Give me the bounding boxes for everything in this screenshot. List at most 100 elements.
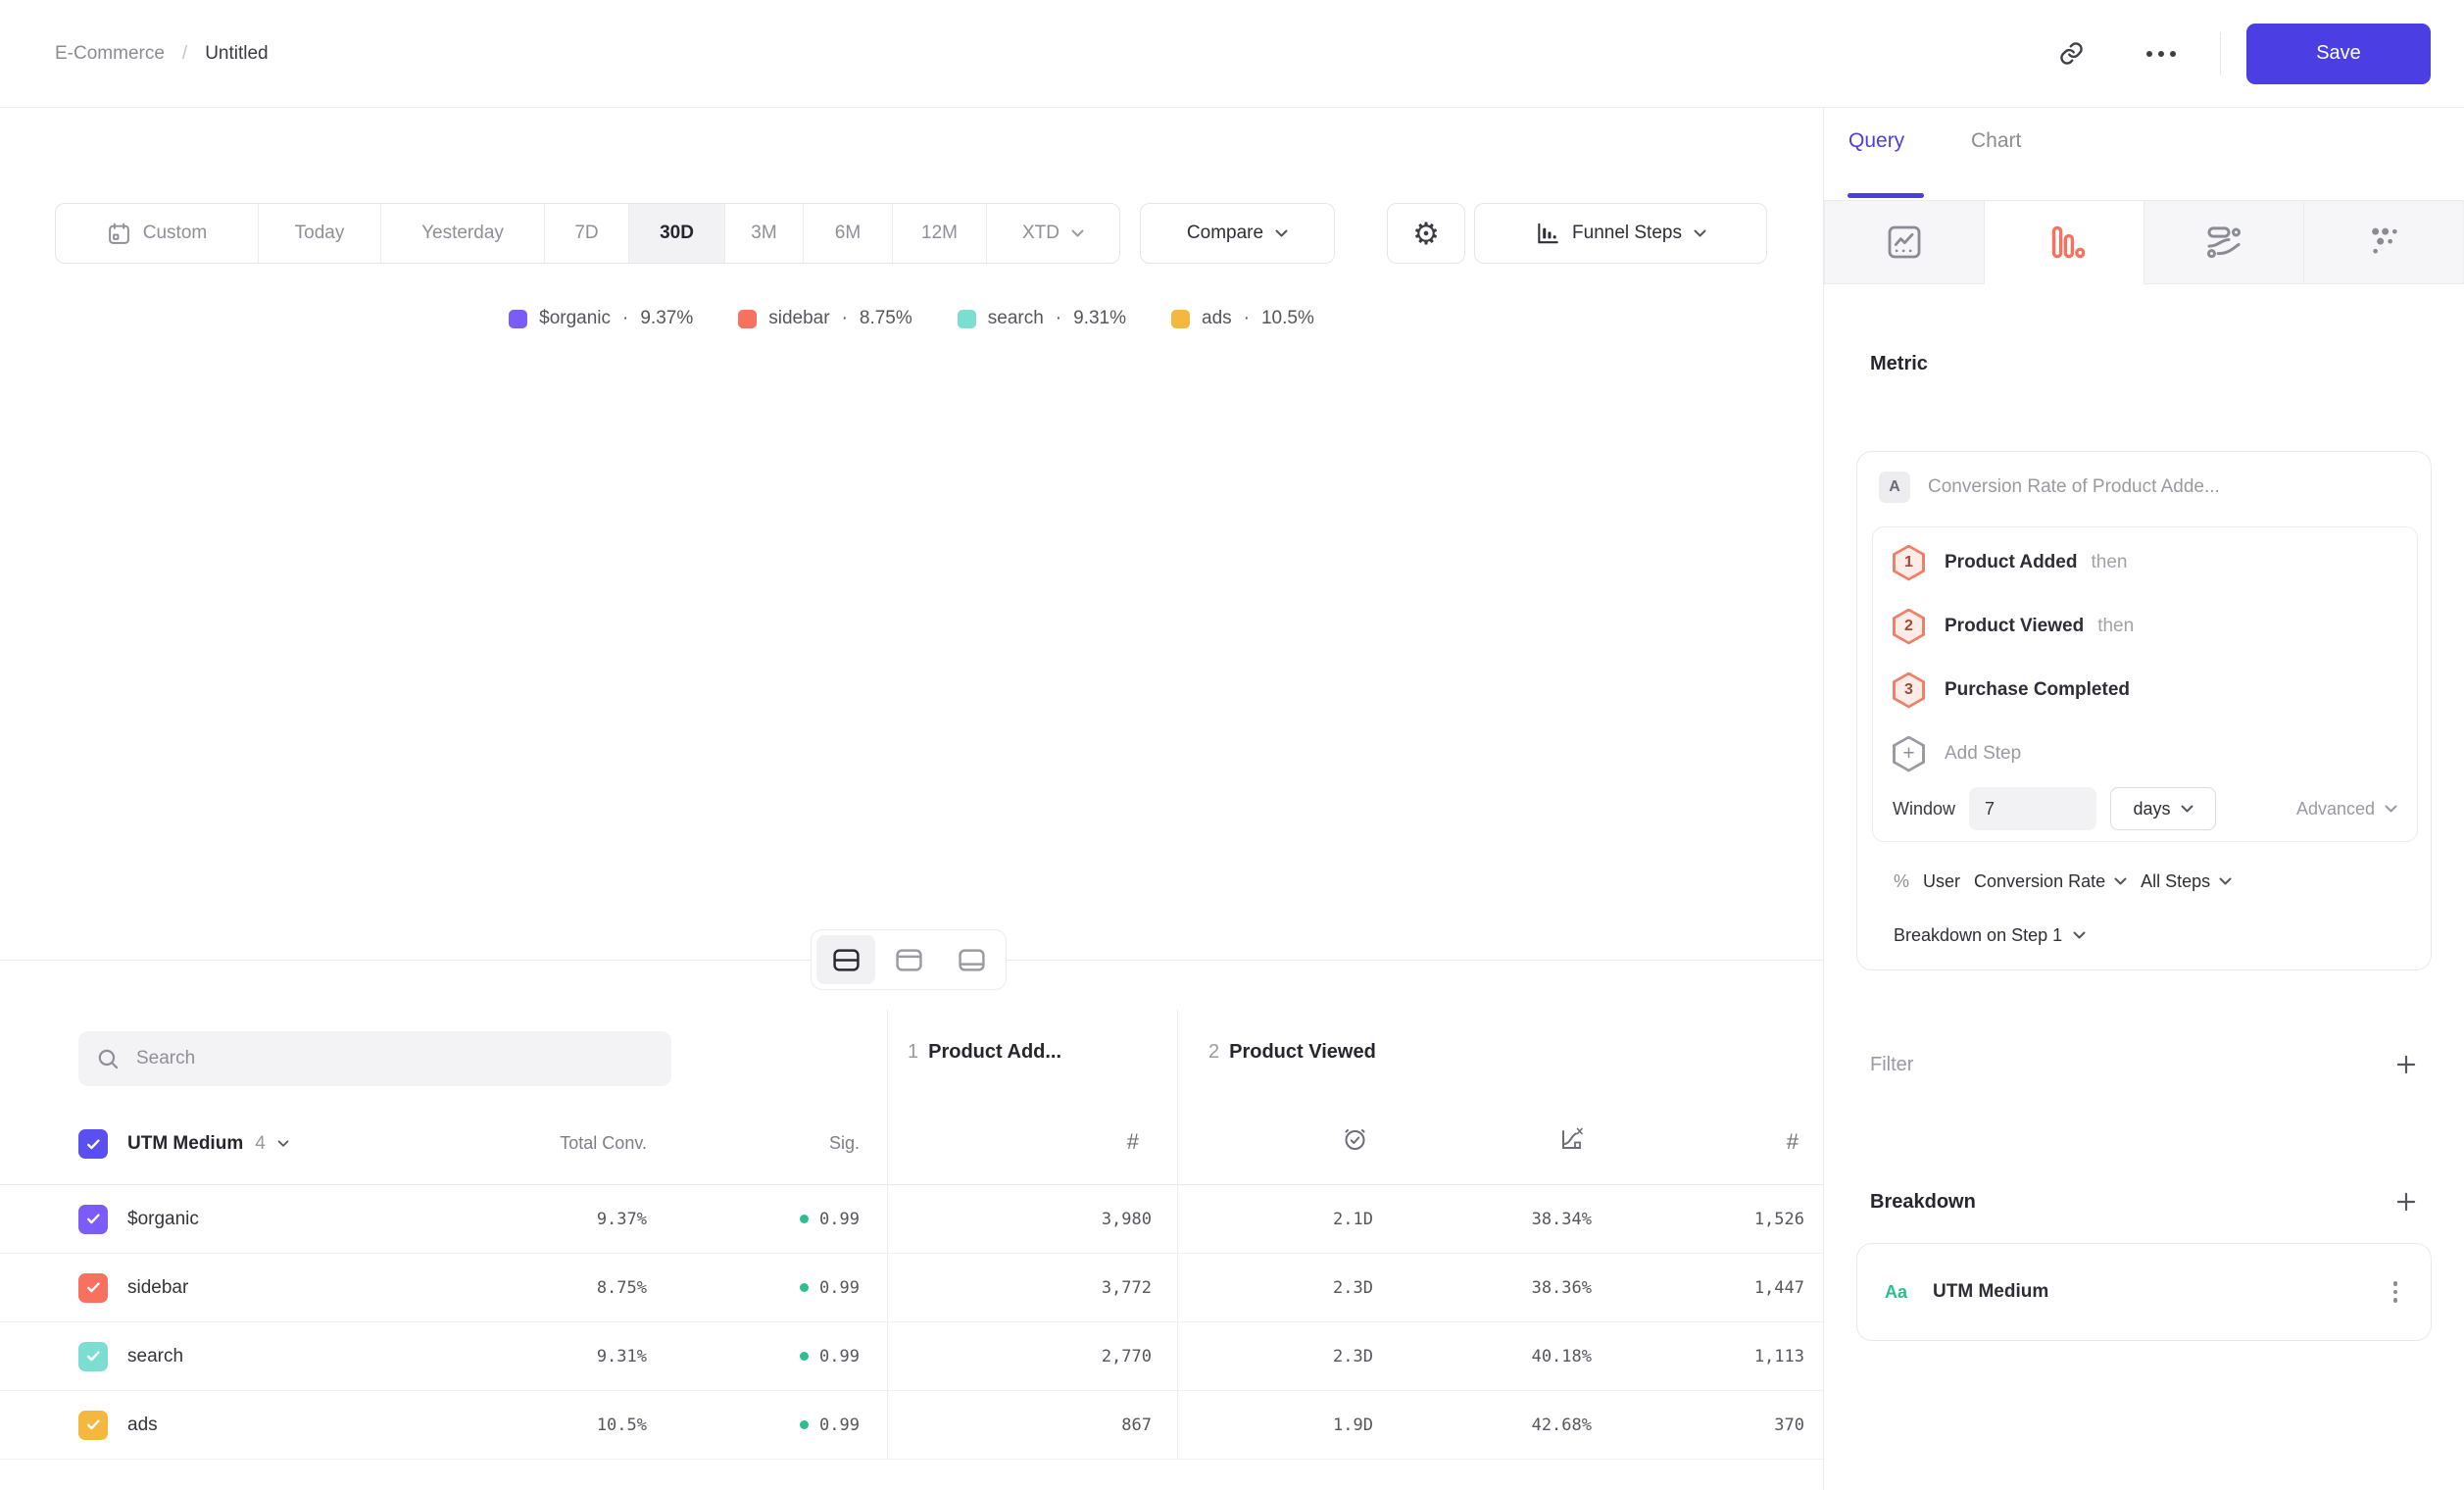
more-options-button[interactable] [2136, 28, 2187, 79]
dots-grid-icon [2364, 223, 2403, 262]
flow-icon [2204, 223, 2243, 262]
share-link-button[interactable] [2045, 28, 2096, 79]
filter-heading: Filter [1870, 1054, 1913, 1076]
query-panel: Query Chart [1823, 108, 2464, 1490]
date-range-toolbar: Custom Today Yesterday 7D 30D 3M 6M 12M … [0, 203, 1823, 264]
tab-line-chart[interactable] [1824, 200, 1985, 284]
range-today[interactable]: Today [259, 204, 381, 263]
legend-swatch [1171, 310, 1190, 328]
range-3m[interactable]: 3M [725, 204, 804, 263]
row-checkbox[interactable] [78, 1273, 108, 1303]
breakdown-on-step-dropdown[interactable]: Breakdown on Step 1 [1894, 925, 2086, 946]
row-checkbox[interactable] [78, 1205, 108, 1234]
tab-funnel-chart[interactable] [1985, 200, 2144, 284]
funnel-step-2[interactable]: 2 Product Viewed then [1893, 603, 2397, 650]
funnel-step-3[interactable]: 3 Purchase Completed [1893, 667, 2397, 714]
filter-section: Filter [1870, 1045, 2419, 1084]
ellipsis-icon [2146, 51, 2176, 57]
topbar-actions: Save [2045, 24, 2431, 84]
conv-rate-column-icon[interactable] [1558, 1125, 1586, 1153]
range-xtd[interactable]: XTD [987, 204, 1119, 263]
search-icon [96, 1047, 121, 1071]
active-tab-underline [1848, 193, 1924, 198]
tab-flow-chart[interactable] [2144, 200, 2304, 284]
percent-icon: % [1894, 871, 1909, 892]
count-column-icon[interactable]: # [1127, 1129, 1139, 1155]
range-6m[interactable]: 6M [804, 204, 893, 263]
row-checkbox[interactable] [78, 1411, 108, 1440]
chart-type-selector[interactable]: Funnel Steps [1474, 203, 1767, 264]
breakdown-property-card[interactable]: Aa UTM Medium [1856, 1243, 2432, 1341]
breadcrumb-workspace[interactable]: E-Commerce [55, 43, 165, 65]
window-value-input[interactable] [1969, 787, 2096, 830]
total-conv-header[interactable]: Total Conv. [560, 1133, 647, 1154]
breakdown-table: 1 Product Add... 2 Product Viewed UTM Me… [0, 1000, 1823, 1490]
checkbox-checked[interactable] [78, 1129, 108, 1159]
compare-button[interactable]: Compare [1140, 203, 1335, 264]
chart-settings-button[interactable]: ⚙ [1387, 203, 1465, 264]
split-view-icon [832, 948, 861, 972]
metric-title[interactable]: Conversion Rate of Product Adde... [1928, 476, 2220, 498]
save-button[interactable]: Save [2246, 24, 2431, 84]
view-chart-only-button[interactable] [879, 935, 938, 984]
range-yesterday[interactable]: Yesterday [381, 204, 545, 263]
view-toggle-group [811, 929, 1007, 990]
chart-legend: $organic · 9.37% sidebar · 8.75% search … [0, 308, 1823, 329]
chevron-down-icon [1694, 229, 1706, 238]
count-column-icon[interactable]: # [1787, 1129, 1799, 1155]
add-filter-button[interactable] [2393, 1052, 2419, 1077]
kebab-menu-icon[interactable] [2388, 1275, 2404, 1309]
tab-query[interactable]: Query [1848, 129, 1904, 153]
tab-chart[interactable]: Chart [1971, 129, 2021, 153]
top-bar: E-Commerce / Untitled Save [0, 0, 2464, 108]
step-column-1-title: 1 Product Add... [908, 1041, 1061, 1064]
avg-time-column-icon[interactable] [1341, 1125, 1368, 1153]
breakdown-heading: Breakdown [1870, 1191, 1976, 1214]
topbar-divider [2220, 32, 2221, 75]
panel-tabs: Query Chart [1824, 108, 2464, 200]
advanced-toggle[interactable]: Advanced [2296, 799, 2397, 820]
legend-swatch [958, 310, 976, 328]
legend-item-sidebar[interactable]: sidebar · 8.75% [738, 308, 912, 329]
significance-dot [800, 1352, 809, 1361]
add-step-hexagon-plus-icon: + [1893, 736, 1925, 772]
breadcrumb: E-Commerce / Untitled [55, 43, 269, 65]
range-7d[interactable]: 7D [545, 204, 629, 263]
text-type-icon: Aa [1885, 1282, 1907, 1303]
row-checkbox[interactable] [78, 1342, 108, 1371]
legend-item-organic[interactable]: $organic · 9.37% [509, 308, 693, 329]
metric-title-row[interactable]: A Conversion Rate of Product Adde... [1879, 472, 2220, 503]
window-unit-select[interactable]: days [2110, 787, 2216, 830]
range-custom-label: Custom [143, 223, 207, 244]
measured-scope-dropdown[interactable]: All Steps [2141, 871, 2232, 892]
breadcrumb-title[interactable]: Untitled [205, 43, 268, 65]
range-custom[interactable]: Custom [56, 204, 259, 263]
view-split-button[interactable] [816, 935, 875, 984]
legend-item-search[interactable]: search · 9.31% [958, 308, 1126, 329]
calendar-icon [107, 222, 131, 246]
legend-item-ads[interactable]: ads · 10.5% [1171, 308, 1314, 329]
link-icon [2058, 40, 2085, 67]
significance-dot [800, 1420, 809, 1429]
sig-header[interactable]: Sig. [829, 1133, 860, 1154]
chevron-down-icon [1275, 229, 1288, 238]
chevron-down-icon [2181, 805, 2193, 814]
funnel-step-1[interactable]: 1 Product Added then [1893, 539, 2397, 586]
select-all-checkbox[interactable] [78, 1129, 108, 1159]
view-table-only-button[interactable] [942, 935, 1001, 984]
measured-metric-dropdown[interactable]: Conversion Rate [1974, 871, 2127, 892]
step-number-badge: 1 [1893, 545, 1925, 581]
step-number-badge: 2 [1893, 609, 1925, 645]
tab-retention-chart[interactable] [2304, 200, 2464, 284]
range-30d[interactable]: 30D [629, 204, 725, 263]
range-12m[interactable]: 12M [893, 204, 987, 263]
add-breakdown-button[interactable] [2393, 1189, 2419, 1215]
bottom-panel-icon [958, 948, 986, 972]
add-step-button[interactable]: + Add Step [1893, 730, 2397, 777]
groupby-header[interactable]: UTM Medium 4 [127, 1133, 289, 1155]
table-row-sidebar: sidebar 8.75% 0.99 3,772 2.3D 38.36% 1,4… [0, 1254, 1823, 1322]
measured-as-row: % User Conversion Rate All Steps [1894, 871, 2232, 892]
significance-dot [800, 1215, 809, 1223]
search-input[interactable] [136, 1048, 654, 1069]
measured-entity[interactable]: User [1923, 871, 1960, 892]
